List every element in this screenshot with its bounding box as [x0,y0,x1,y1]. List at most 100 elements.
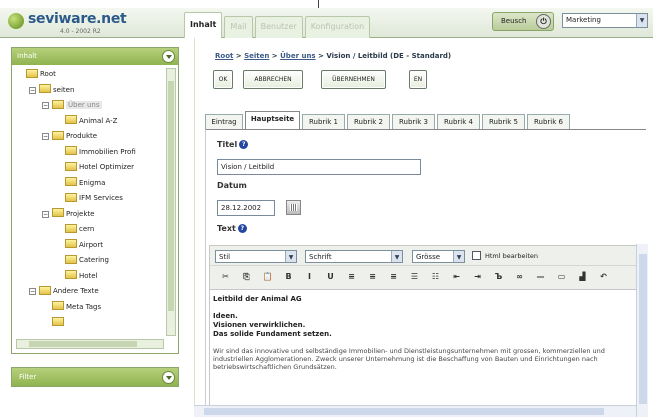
tree-node[interactable]: − Produkte [42,130,98,143]
breadcrumb-ueber-uns[interactable]: Über uns [280,52,315,60]
folder-icon [65,115,77,124]
tab-mail[interactable]: Mail [224,16,253,38]
scroll-thumb[interactable] [204,408,604,415]
date-input[interactable]: 28.12.2002 [217,200,275,216]
help-icon[interactable]: ? [237,224,247,233]
expand-icon[interactable] [162,371,175,384]
content-tab[interactable]: Rubrik 2 [347,114,390,129]
collapse-toggle-icon[interactable]: − [42,210,49,218]
tab-konfiguration[interactable]: Konfiguration [304,16,371,38]
align-center-icon[interactable]: ≡ [367,271,378,283]
tab-benutzer[interactable]: Benutzer [254,16,303,38]
collapse-toggle-icon[interactable]: − [42,102,49,109]
calendar-icon[interactable] [286,200,301,215]
font-select[interactable]: Schrift ▼ [305,250,403,263]
indent-icon[interactable]: ⇥ [472,271,483,283]
tree-node-label: Produkte [66,132,98,140]
folder-icon [26,68,38,78]
tree-node[interactable]: Meta Tags [52,301,101,314]
tree-node[interactable]: cern [65,223,94,236]
cancel-button[interactable]: ABBRECHEN [243,70,303,89]
tree-vertical-scrollbar[interactable] [166,68,176,336]
content-tab[interactable]: Eintrag [205,114,243,129]
tree-node[interactable] [52,316,66,329]
collapse-toggle-icon[interactable]: − [42,133,49,140]
copy-icon[interactable]: ⎘ [241,271,252,283]
tree-node[interactable]: Airport [65,239,103,252]
text-color-icon[interactable]: Ъ [493,271,504,283]
tree-node[interactable]: − Über uns [42,99,102,112]
chevron-down-icon: ▼ [453,251,464,262]
scroll-thumb[interactable] [29,341,137,347]
apply-button[interactable]: ÜBERNEHMEN [321,70,386,89]
content-tab[interactable]: Hauptseite [245,111,300,130]
scroll-thumb[interactable] [168,81,174,311]
outdent-icon[interactable]: ⇤ [451,271,462,283]
help-icon[interactable]: ? [239,140,249,149]
tree-node-label: Catering [79,256,109,264]
breadcrumb-separator: > [233,52,245,60]
image-icon[interactable]: ▟ [577,271,588,283]
logo-version: 4.0 - 2002 R2 [60,28,101,35]
tree-horizontal-scrollbar[interactable] [16,339,164,349]
underline-icon[interactable]: U [325,271,336,283]
unordered-list-icon[interactable]: ☷ [430,271,441,283]
page-horizontal-scrollbar[interactable] [194,405,636,417]
content-tab[interactable]: Rubrik 3 [392,114,435,129]
collapse-toggle-icon[interactable]: − [29,86,36,94]
tree-node[interactable]: Root [26,68,56,81]
date-label: Datum [217,181,247,190]
align-right-icon[interactable]: ≡ [388,271,399,283]
breadcrumb: Root > Seiten > Über uns > Vision / Leit… [215,52,451,60]
undo-icon[interactable]: ↶ [598,271,609,283]
tree-node[interactable]: Hotel Optimizer [65,161,134,174]
paste-icon[interactable]: 📋 [262,271,273,283]
scroll-thumb[interactable] [639,254,647,404]
filter-title: Filter [19,373,37,381]
html-edit-checkbox[interactable] [472,251,481,260]
collapse-icon[interactable] [162,50,175,63]
tree-node[interactable]: Animal A-Z [65,115,117,128]
font-select-value: Schrift [309,253,332,261]
tree-node[interactable]: Enigma [65,177,105,190]
horizontal-rule-icon[interactable]: — [535,271,546,283]
link-icon[interactable]: ∞ [514,271,525,283]
tree-node-label: Root [40,70,56,78]
content-tab[interactable]: Rubrik 5 [482,114,525,129]
content-tab[interactable]: Rubrik 4 [437,114,480,129]
editor-document[interactable]: Leitbild der Animal AG Ideen. Visionen v… [210,290,638,418]
cut-icon[interactable]: ✂ [220,271,231,283]
breadcrumb-seiten[interactable]: Seiten [244,52,269,60]
tree-node-label: seiten [53,85,75,94]
page-vertical-scrollbar[interactable] [636,244,648,417]
style-select[interactable]: Stil ▼ [215,250,297,263]
breadcrumb-root[interactable]: Root [215,52,233,60]
filter-panel[interactable]: Filter [11,367,179,387]
italic-icon[interactable]: I [304,271,315,283]
content-tab[interactable]: Rubrik 6 [527,114,570,129]
bold-icon[interactable]: B [283,271,294,283]
tree-node[interactable]: Immobilien Profi [65,146,136,159]
tab-inhalt[interactable]: Inhalt [184,12,223,38]
tree-node[interactable]: Hotel [65,270,98,283]
size-select[interactable]: Grösse ▼ [412,250,465,263]
tree-node[interactable]: Catering [65,254,109,267]
section-select[interactable]: Marketing ▼ [562,13,648,28]
content-tab[interactable]: Rubrik 1 [302,114,345,129]
title-input[interactable]: Vision / Leitbild [217,159,421,175]
language-button[interactable]: EN [409,70,427,89]
app-logo[interactable]: seviware.net 4.0 - 2002 R2 [8,11,158,35]
align-left-icon[interactable]: ≡ [346,271,357,283]
table-icon[interactable]: ▭ [556,271,567,283]
power-icon[interactable]: ⏻ [536,14,551,29]
collapse-toggle-icon[interactable]: − [29,288,36,295]
editor-format-toolbar: Stil ▼ Schrift ▼ Grösse ▼ Html bearbeiten [210,246,638,266]
user-button[interactable]: Beusch ⏻ [492,12,554,31]
ok-button[interactable]: OK [213,70,233,89]
tree-node[interactable]: − Projekte [42,208,94,221]
ordered-list-icon[interactable]: ☰ [409,271,420,283]
tree-node[interactable]: IFM Services [65,192,123,205]
tree-node[interactable]: − seiten [29,84,75,97]
title-label-text: Titel [217,140,238,149]
tree-node[interactable]: − Andere Texte [29,285,99,298]
